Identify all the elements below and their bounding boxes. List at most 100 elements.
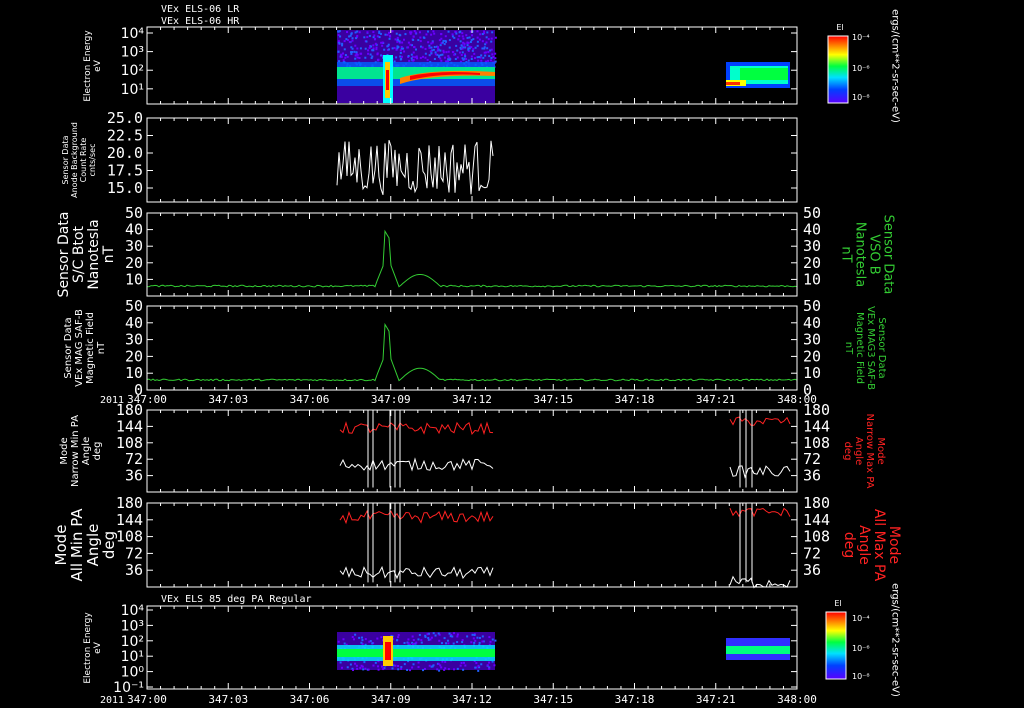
anode-series: [336, 139, 494, 195]
spectrogram-pixel: [343, 642, 346, 645]
spectrogram-pixel: [475, 662, 478, 665]
y-tick-label: 40: [125, 221, 143, 239]
spectrogram-pixel: [356, 667, 359, 670]
spectrogram-pixel: [393, 46, 396, 49]
spectrogram-pixel: [473, 57, 476, 60]
spectrogram-pixel: [494, 57, 497, 60]
spectrogram-pixel: [415, 55, 418, 58]
spectrogram-pixel: [446, 639, 449, 642]
spectrogram-pixel: [438, 39, 441, 42]
spectrogram-pixel: [345, 38, 348, 41]
ylabel-pa-4-line: Narrow Min PA: [70, 415, 81, 487]
spectrogram-pixel: [457, 38, 460, 41]
spectrogram-pixel: [409, 669, 412, 672]
spectrogram-pixel: [452, 668, 455, 671]
spectrogram-pixel: [350, 52, 353, 55]
spectrogram-pixel: [441, 41, 444, 44]
spectrogram-pixel: [355, 664, 358, 667]
spectrogram-pixel: [337, 30, 340, 33]
spectrogram-bottom-title: VEx ELS 85 deg PA Regular: [161, 594, 312, 605]
spectrogram-pixel: [474, 46, 477, 49]
spectrogram-pixel: [456, 635, 459, 638]
ylabel-right-pa-5-line: deg: [841, 532, 857, 558]
spectrogram-pixel: [397, 634, 400, 637]
colorbar-unit-bottom-line: ergs/(cm**2-sr-sec-eV): [890, 583, 901, 697]
spectrogram-pixel: [402, 47, 405, 50]
spectrogram-pixel: [443, 56, 446, 59]
spectrogram-pixel: [486, 31, 489, 34]
spectrogram-pixel: [472, 637, 475, 640]
spectrogram-pixel: [455, 44, 458, 47]
spectrogram-pixel: [431, 665, 434, 668]
spectrogram-pixel: [447, 668, 450, 671]
colorbar-tick: 10⁻⁸: [852, 93, 870, 102]
spectrogram-pixel: [486, 47, 489, 50]
spectrogram-pixel: [346, 31, 349, 34]
spectrogram-pixel: [360, 636, 363, 639]
spectrogram-pixel: [428, 54, 431, 57]
spectrogram-pixel: [395, 56, 398, 59]
spectrogram-pixel: [364, 667, 367, 670]
spectrogram-pixel: [461, 32, 464, 35]
spectrogram-pixel: [362, 668, 365, 671]
spectrogram-pixel: [388, 31, 391, 34]
spectrogram-pixel: [488, 661, 491, 664]
spectrogram-pixel: [337, 40, 340, 43]
spectrogram-spike: [385, 642, 391, 660]
y-tick-label-right: 10: [803, 270, 821, 288]
spectrogram-pixel: [406, 668, 409, 671]
spectrogram-pixel: [483, 51, 486, 54]
spectrogram-pixel: [343, 40, 346, 43]
spectrogram-pixel: [401, 41, 404, 44]
spectrogram-pixel: [358, 31, 361, 34]
spectrogram-pixel: [363, 661, 366, 664]
y-tick-label: 10³: [121, 45, 144, 61]
spectrogram-pixel: [467, 47, 470, 50]
spectrogram-pixel: [396, 40, 399, 43]
spectrogram-pixel: [484, 54, 487, 57]
ylabel-right-pa-4: ModeNarrow Max PAAngledeg: [842, 414, 886, 489]
y-tick-label: 40: [125, 314, 143, 332]
spectrogram-pixel: [434, 51, 437, 54]
spectrogram-pixel: [384, 33, 387, 36]
ylabel-mag-3: Sensor Data VEx MAG SAF-B Magnetic Field nT: [63, 309, 107, 387]
spectrogram-pixel: [381, 41, 384, 44]
min-pa-series: [729, 465, 791, 479]
spectrogram-pixel: [456, 49, 459, 52]
spectrogram-pixel: [381, 44, 384, 47]
y-tick-label: 30: [125, 331, 143, 349]
spectrogram-pixel: [351, 636, 354, 639]
y-tick-label: 10¹: [121, 82, 144, 98]
spectrogram-pixel: [367, 668, 370, 671]
spectrogram-pixel: [410, 53, 413, 56]
spectrogram-pixel: [468, 36, 471, 39]
spectrogram-pixel: [424, 47, 427, 50]
ylabel-anode: Sensor Data Anode Background Count Rate cnt…: [61, 122, 97, 198]
colorbar-unit-line: ergs/(cm**2-sr-sec-eV): [890, 9, 901, 123]
panel-frame-1: [146, 117, 798, 203]
ylabel-pa-4-line: deg: [92, 442, 103, 461]
spectrogram-pixel: [428, 664, 431, 667]
ylabel-right-pa-4-line: Angle: [853, 437, 864, 465]
time-axis-bottom-tick: 347:06: [290, 693, 330, 706]
header-line1: VEx ELS-06 LR: [161, 4, 240, 15]
spectrogram-pixel: [452, 642, 455, 645]
spectrogram-pixel: [477, 669, 480, 672]
spectrogram-pixel: [351, 47, 354, 50]
time-axis-mid-tick: 347:18: [615, 393, 655, 406]
spectrogram-pixel: [455, 32, 458, 35]
spectrogram-pixel: [425, 33, 428, 36]
ylabel-spectrogram-bottom-line: eV: [93, 641, 103, 654]
spectrogram-pixel: [398, 40, 401, 43]
ylabel-spectrogram-top-line: eV: [93, 59, 103, 72]
spectrogram-pixel: [359, 52, 362, 55]
ylabel-anode-line: Count Rate: [79, 138, 88, 183]
y-tick-label-right: 180: [803, 494, 830, 512]
spectrogram-pixel: [355, 37, 358, 40]
spectrogram-pixel: [396, 38, 399, 41]
spectrogram-pixel: [413, 30, 416, 33]
y-tick-label: 30: [125, 237, 143, 255]
spectrogram-pixel: [423, 667, 426, 670]
ylabel-pa-5-line: deg: [100, 531, 118, 559]
spectrogram-pixel: [352, 669, 355, 672]
